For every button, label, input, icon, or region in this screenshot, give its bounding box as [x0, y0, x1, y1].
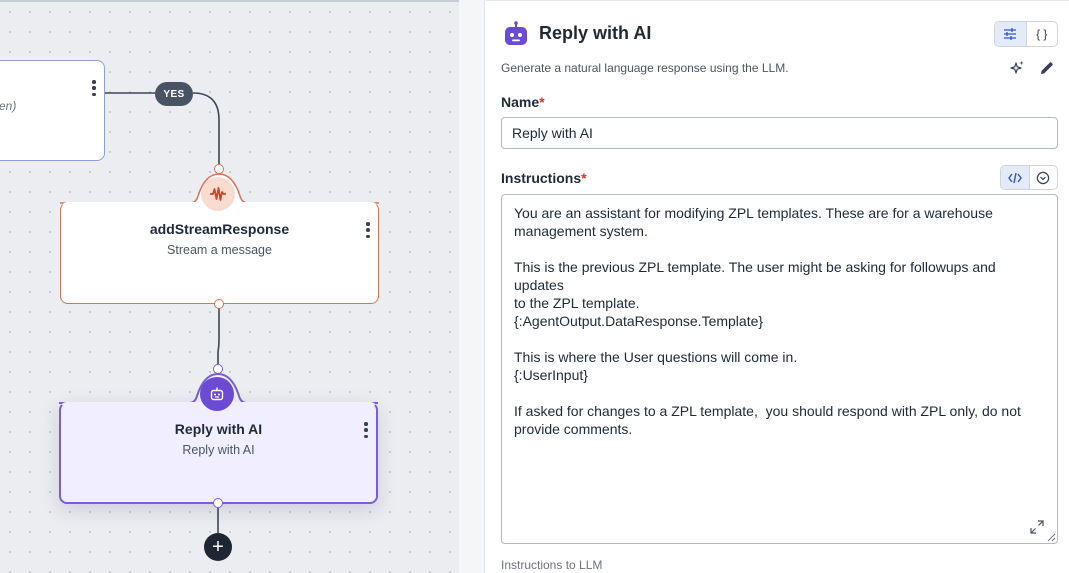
node-subtitle: Stream a message — [167, 243, 272, 257]
expand-icon[interactable] — [1029, 519, 1045, 535]
node-title: Reply with AI — [174, 421, 263, 437]
branch-label-yes: YES — [155, 82, 193, 106]
variable-mode-button[interactable] — [1028, 166, 1058, 189]
panel-description: Generate a natural language response usi… — [501, 61, 789, 75]
workflow-canvas[interactable]: en) YES addStreamResponse Stream a messa… — [0, 0, 459, 573]
stream-node-menu-icon[interactable] — [363, 221, 373, 239]
instructions-helper-text: Instructions to LLM — [501, 558, 603, 572]
robot-icon — [505, 21, 527, 45]
name-label: Name* — [501, 94, 545, 110]
ai-input-port[interactable] — [213, 364, 223, 374]
condition-node-menu-icon[interactable] — [89, 79, 99, 97]
robot-icon — [200, 377, 234, 411]
node-subtitle: Reply with AI — [182, 443, 255, 457]
instructions-label: Instructions* — [501, 170, 587, 186]
stream-output-port[interactable] — [214, 299, 224, 309]
add-node-button[interactable]: + — [204, 533, 232, 561]
view-mode-toggle: { } — [994, 21, 1058, 47]
form-view-button[interactable] — [995, 22, 1026, 46]
resize-handle-icon[interactable] — [1047, 533, 1056, 542]
stream-input-port[interactable] — [214, 164, 224, 174]
instructions-textarea[interactable]: You are an assistant for modifying ZPL t… — [501, 194, 1058, 544]
node-title: addStreamResponse — [149, 221, 290, 237]
pencil-icon[interactable] — [1039, 60, 1055, 76]
ai-sparkle-icon[interactable] — [1009, 60, 1025, 76]
ai-output-port[interactable] — [213, 498, 223, 508]
name-input[interactable] — [501, 117, 1058, 149]
condition-node-partial[interactable]: en) — [0, 60, 105, 161]
node-properties-panel: Reply with AI { } Generate a natural lan… — [486, 0, 1069, 573]
panel-divider[interactable] — [459, 0, 485, 573]
panel-title: Reply with AI — [539, 23, 652, 43]
add-stream-response-node[interactable]: addStreamResponse Stream a message — [60, 202, 379, 304]
code-mode-button[interactable] — [1001, 166, 1029, 189]
ai-node-menu-icon[interactable] — [361, 421, 371, 439]
reply-with-ai-node[interactable]: Reply with AI Reply with AI — [59, 402, 378, 504]
json-view-button[interactable]: { } — [1025, 22, 1058, 46]
instructions-mode-toggle — [1000, 165, 1058, 190]
form-settings-icon — [1004, 28, 1017, 40]
chevron-circle-icon — [1037, 171, 1050, 184]
code-icon — [1007, 172, 1022, 183]
condition-node-hint: en) — [0, 99, 17, 113]
waveform-icon — [201, 177, 235, 211]
